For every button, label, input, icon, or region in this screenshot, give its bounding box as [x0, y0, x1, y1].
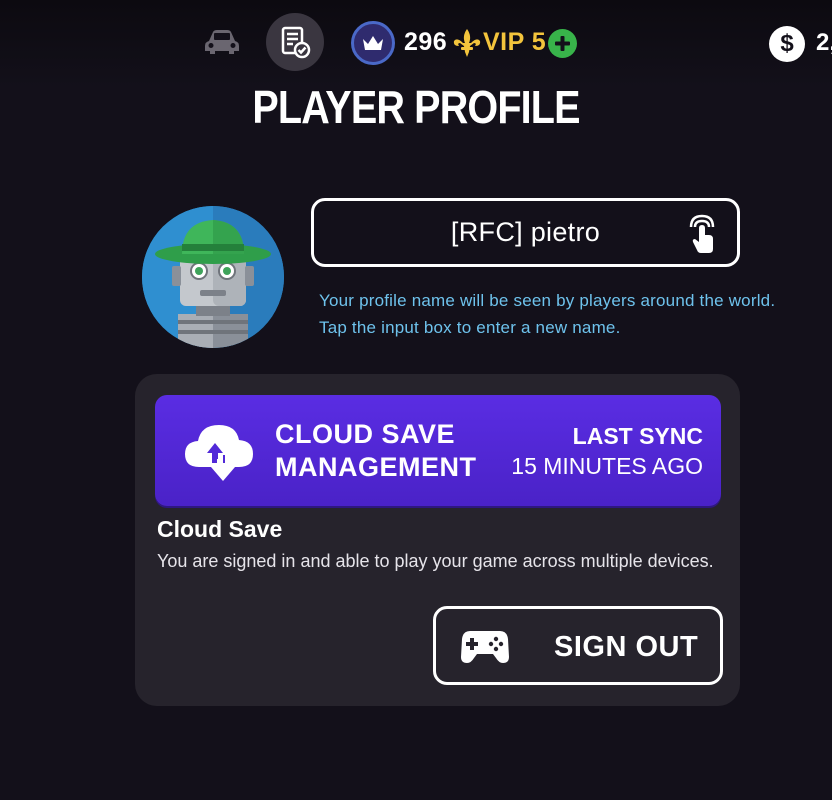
cloud-save-description: You are signed in and able to play your … — [157, 551, 714, 571]
last-sync-value: 15 MINUTES AGO — [511, 453, 703, 479]
sign-out-label: SIGN OUT — [554, 631, 699, 663]
cash-value: 2, — [816, 29, 832, 56]
gamepad-icon — [461, 631, 509, 663]
sign-out-button[interactable]: SIGN OUT — [433, 606, 723, 685]
crown-count: 296 — [404, 28, 448, 56]
profile-name-value: [RFC] pietro — [450, 217, 601, 247]
vip-level: VIP 5 — [483, 28, 547, 56]
page-title: PLAYER PROFILE — [252, 81, 580, 133]
add-currency-button[interactable] — [548, 29, 577, 58]
cloud-save-title-line1: CLOUD SAVE — [275, 419, 456, 449]
crown-icon[interactable] — [351, 21, 395, 65]
cloud-save-title-line2: MANAGEMENT — [275, 452, 477, 482]
fleur-de-lis-icon — [452, 27, 482, 59]
plus-icon — [555, 36, 570, 51]
avatar[interactable] — [142, 206, 284, 348]
profile-name-input[interactable]: [RFC] pietro — [311, 198, 740, 267]
profile-name-hint: Your profile name will be seen by player… — [319, 291, 776, 310]
records-check-icon[interactable] — [266, 13, 324, 71]
cloud-save-banner[interactable]: CLOUD SAVE MANAGEMENT LAST SYNC 15 MINUT… — [155, 395, 721, 506]
profile-name-hint-tap: Tap the input box to enter a new name. — [319, 318, 621, 337]
dollar-icon: $ — [769, 26, 805, 62]
cloud-sync-icon — [185, 425, 253, 481]
tap-hand-icon — [689, 214, 715, 253]
car-icon[interactable] — [200, 22, 244, 62]
cloud-save-heading: Cloud Save — [157, 516, 283, 542]
last-sync-label: LAST SYNC — [572, 423, 703, 449]
